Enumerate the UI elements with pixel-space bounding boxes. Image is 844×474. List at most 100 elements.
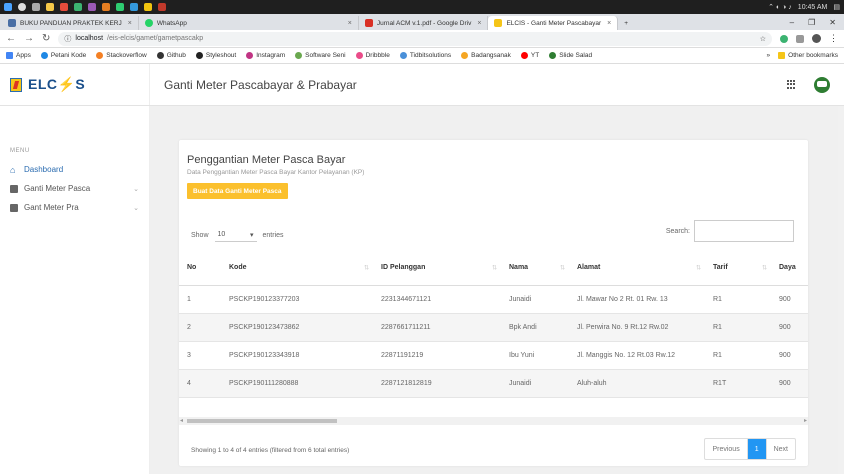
bookmark[interactable]: Styleshout	[195, 52, 236, 59]
bookmark-label: Apps	[16, 52, 31, 59]
logo-text: ELC⚡S	[28, 76, 86, 92]
bookmark[interactable]: Petani Kode	[40, 52, 86, 59]
card-subtitle: Data Penggantian Meter Pasca Bayar Kanto…	[187, 169, 365, 176]
bookmark[interactable]: Slide Salad	[549, 52, 592, 59]
page-1-button[interactable]: 1	[747, 439, 766, 459]
bookmark[interactable]: Tidbitsolutions	[399, 52, 451, 59]
other-bookmarks[interactable]: Other bookmarks	[778, 52, 838, 59]
browser-tab[interactable]: Jurnal ACM v.1.pdf - Google Driv ×	[359, 16, 489, 30]
reload-icon[interactable]: ↻	[42, 33, 50, 44]
scrollbar-thumb[interactable]	[187, 419, 337, 423]
add-data-button[interactable]: Buat Data Ganti Meter Pasca	[187, 183, 288, 199]
url-input[interactable]: ⓘ localhost/eis-elcis/gamet/gametpascakp…	[58, 31, 772, 46]
vertical-scrollbar[interactable]	[838, 106, 844, 474]
tab-label: BUKU PANDUAN PRAKTEK KERJ	[20, 19, 122, 27]
bookmark[interactable]: Dribbble	[355, 52, 390, 59]
app-icon[interactable]	[130, 3, 138, 11]
app-icon[interactable]	[144, 3, 152, 11]
browser-tab[interactable]: WhatsApp ×	[139, 16, 359, 30]
system-tray[interactable]: ⌃ ◐ ◑ ♪	[768, 3, 792, 11]
cell-id-pelanggan: 2231344671121	[373, 285, 501, 314]
app-icon[interactable]	[88, 3, 96, 11]
sidebar-item-ganti-meter-pasca[interactable]: Ganti Meter Pasca ⌄	[0, 179, 149, 198]
close-tab-icon[interactable]: ×	[348, 20, 352, 27]
scroll-right-icon[interactable]: ▸	[804, 417, 807, 424]
horizontal-scrollbar[interactable]: ◂ ▸	[179, 417, 808, 425]
close-tab-icon[interactable]: ×	[607, 20, 611, 27]
profile-icon[interactable]	[812, 34, 821, 43]
column-header-alamat[interactable]: Alamat ⇅	[569, 251, 705, 286]
search-icon[interactable]	[18, 3, 26, 11]
close-tab-icon[interactable]: ×	[128, 20, 132, 27]
column-header-kode[interactable]: Kode ⇅	[221, 251, 373, 286]
chevron-down-icon: ⌄	[133, 185, 139, 193]
bookmark-label: Slide Salad	[559, 52, 593, 59]
windows-icon[interactable]	[4, 3, 12, 11]
menu-icon[interactable]: ⋮	[829, 33, 838, 44]
column-header-tarif[interactable]: Tarif ⇅	[705, 251, 771, 286]
folder-icon[interactable]	[46, 3, 54, 11]
previous-page-button[interactable]: Previous	[705, 439, 748, 459]
app-icon[interactable]	[158, 3, 166, 11]
extension-icon[interactable]	[796, 34, 804, 43]
next-page-button[interactable]: Next	[765, 439, 795, 459]
image-icon	[10, 203, 18, 212]
column-label: No	[187, 264, 197, 272]
cell-tarif: R1T	[705, 369, 771, 398]
bookmark[interactable]: Instagram	[246, 52, 285, 59]
column-header-daya[interactable]: Daya	[771, 251, 808, 286]
star-icon[interactable]: ☆	[760, 35, 766, 43]
app-logo[interactable]: ELC⚡S	[0, 64, 150, 105]
column-header-id-pelanggan[interactable]: ID Pelanggan ⇅	[373, 251, 501, 286]
bookmark[interactable]: Software Seni	[295, 52, 346, 59]
app-header: ELC⚡S Ganti Meter Pascabayar & Prabayar	[0, 64, 844, 106]
bookmark[interactable]: Github	[156, 52, 186, 59]
task-view-icon[interactable]	[32, 3, 40, 11]
table-row[interactable]: 4 PSCKP190111280888 2287121812819 Junaid…	[179, 369, 808, 398]
bookmark[interactable]: YT	[520, 52, 540, 59]
bookmark[interactable]: Stackoverflow	[96, 52, 147, 59]
close-tab-icon[interactable]: ×	[477, 20, 481, 27]
bookmark-label: YT	[530, 52, 540, 59]
extension-icon[interactable]	[780, 34, 788, 43]
image-icon	[10, 184, 18, 193]
cell-id-pelanggan: 2287121812819	[373, 369, 501, 398]
browser-tab-active[interactable]: ELCIS - Ganti Meter Pascabayar ×	[488, 16, 619, 30]
search-input[interactable]	[694, 220, 794, 242]
back-icon[interactable]: ←	[6, 33, 16, 44]
scroll-left-icon[interactable]: ◂	[180, 417, 183, 424]
apps-grid-icon[interactable]	[787, 80, 796, 89]
column-label: Daya	[779, 264, 796, 272]
notification-icon[interactable]: ▤	[833, 3, 840, 11]
column-header-nama[interactable]: Nama ⇅	[501, 251, 569, 286]
app-icon[interactable]	[74, 3, 82, 11]
browser-tab[interactable]: BUKU PANDUAN PRAKTEK KERJ ×	[2, 16, 139, 30]
forward-icon[interactable]: →	[24, 33, 34, 44]
app-icon[interactable]	[116, 3, 124, 11]
sidebar-item-dashboard[interactable]: ⌂ Dashboard	[0, 160, 149, 179]
close-window-icon[interactable]: ✕	[829, 18, 836, 27]
cell-daya: 900	[771, 285, 808, 314]
app-icon[interactable]	[60, 3, 68, 11]
avatar[interactable]	[814, 76, 830, 93]
bookmarks-bar: Apps Petani Kode Stackoverflow Github St…	[0, 48, 844, 64]
table-row[interactable]: 1 PSCKP190123377203 2231344671121 Junaid…	[179, 285, 808, 314]
maximize-icon[interactable]: ❐	[808, 18, 815, 27]
youtube-icon	[520, 52, 528, 59]
table-row[interactable]: 3 PSCKP190123343918 22871191219 Ibu Yuni…	[179, 341, 808, 370]
data-card: Penggantian Meter Pasca Bayar Data Pengg…	[179, 140, 808, 466]
bookmark[interactable]: Badangsanak	[461, 52, 511, 59]
bookmark-apps[interactable]: Apps	[6, 52, 31, 59]
column-header-no[interactable]: No	[179, 251, 221, 286]
page-length-select[interactable]: 10 ▾	[214, 228, 257, 242]
bookmark-icon	[399, 52, 407, 59]
new-tab-button[interactable]: +	[618, 16, 634, 30]
sidebar-item-gant-meter-pra[interactable]: Gant Meter Pra ⌄	[0, 198, 149, 217]
app-icon[interactable]	[102, 3, 110, 11]
info-icon[interactable]: ⓘ	[64, 34, 71, 44]
home-icon: ⌂	[10, 164, 16, 175]
sort-icon: ⇅	[761, 265, 767, 272]
minimize-icon[interactable]: –	[790, 18, 794, 27]
table-row[interactable]: 2 PSCKP190123473862 2287661711211 Bpk An…	[179, 313, 808, 342]
more-bookmarks-button[interactable]: »	[767, 52, 771, 59]
